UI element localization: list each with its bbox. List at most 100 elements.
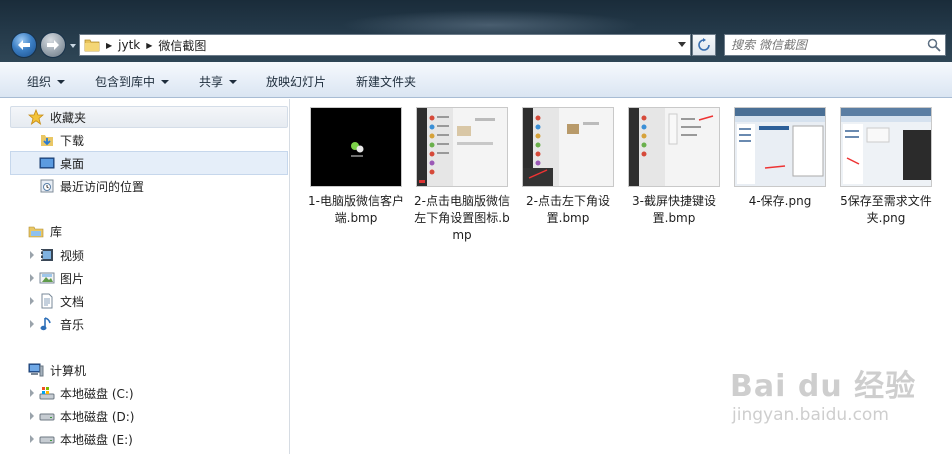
video-library-icon: [39, 247, 55, 263]
search-box[interactable]: [724, 34, 946, 56]
file-name: 5保存至需求文件夹.png: [840, 194, 932, 225]
dropdown-caret-icon: [229, 79, 238, 84]
address-bar[interactable]: ▶ jytk ▶ 微信截图: [79, 34, 691, 56]
file-thumbnail: [840, 107, 932, 187]
sidebar-item-label: 本地磁盘 (D:): [60, 409, 135, 424]
address-history-dropdown[interactable]: [674, 35, 690, 55]
wechat-logo-icon: [351, 142, 364, 157]
sidebar-item-drive-d[interactable]: 本地磁盘 (D:): [0, 405, 290, 427]
file-thumbnail: [628, 107, 720, 187]
sidebar-item-label: 桌面: [60, 156, 85, 171]
sidebar-item-documents[interactable]: 文档: [0, 290, 290, 312]
sidebar-item-label: 图片: [60, 271, 85, 286]
sidebar-item-videos[interactable]: 视频: [0, 244, 290, 266]
dropdown-caret-icon: [57, 79, 66, 84]
new-folder-button[interactable]: 新建文件夹: [356, 73, 416, 90]
folder-icon: [84, 39, 100, 52]
file-name: 2-点击左下角设置.bmp: [526, 194, 610, 225]
expand-arrow-icon[interactable]: [30, 389, 34, 397]
sidebar-item-label: 文档: [60, 294, 85, 309]
forward-arrow-icon: [47, 40, 59, 50]
star-icon: [28, 109, 44, 125]
expand-arrow-icon[interactable]: [30, 274, 34, 282]
sidebar-item-pictures[interactable]: 图片: [0, 267, 290, 289]
file-thumbnail: [734, 107, 826, 187]
drive-icon: [39, 408, 55, 424]
sidebar-libraries-header[interactable]: 库: [0, 220, 290, 242]
music-library-icon: [39, 316, 55, 332]
file-item[interactable]: 1-电脑版微信客户端.bmp: [306, 107, 406, 227]
organize-label: 组织: [27, 75, 52, 89]
refresh-icon: [698, 38, 710, 51]
search-icon[interactable]: [927, 38, 941, 52]
drive-icon: [39, 431, 55, 447]
file-name: 3-截屏快捷键设置.bmp: [632, 194, 716, 225]
breadcrumb-arrow-icon[interactable]: ▶: [146, 41, 152, 50]
computer-icon: [28, 362, 44, 378]
file-item[interactable]: 3-截屏快捷键设置.bmp: [624, 107, 724, 227]
sidebar-item-desktop[interactable]: 桌面: [10, 151, 288, 175]
share-label: 共享: [199, 75, 224, 89]
documents-library-icon: [39, 293, 55, 309]
expand-arrow-icon[interactable]: [30, 412, 34, 420]
sidebar-item-drive-e[interactable]: 本地磁盘 (E:): [0, 428, 290, 450]
sidebar-computer-header[interactable]: 计算机: [0, 359, 290, 381]
file-name: 4-保存.png: [748, 194, 812, 208]
sidebar-computer-label: 计算机: [50, 363, 87, 378]
sidebar-item-label: 视频: [60, 248, 85, 263]
file-thumbnail: [416, 107, 508, 187]
recent-places-icon: [39, 178, 55, 194]
sidebar-item-label: 音乐: [60, 317, 85, 332]
new-folder-label: 新建文件夹: [356, 75, 417, 89]
sidebar-item-recent-places[interactable]: 最近访问的位置: [0, 175, 290, 197]
chevron-down-icon: [678, 42, 686, 47]
forward-button[interactable]: [40, 32, 66, 58]
file-thumbnail: [310, 107, 402, 187]
back-button[interactable]: [11, 32, 37, 58]
title-bar: ▶ jytk ▶ 微信截图: [0, 0, 952, 62]
watermark-url: jingyan.baidu.com: [732, 405, 889, 425]
file-thumbnail: [522, 107, 614, 187]
share-menu[interactable]: 共享: [199, 73, 238, 90]
expand-arrow-icon[interactable]: [30, 251, 34, 259]
file-item[interactable]: 2-点击左下角设置.bmp: [518, 107, 618, 227]
pictures-library-icon: [39, 270, 55, 286]
slideshow-button[interactable]: 放映幻灯片: [266, 73, 326, 90]
refresh-button[interactable]: [692, 34, 716, 56]
back-arrow-icon: [18, 40, 30, 50]
include-in-library-menu[interactable]: 包含到库中: [95, 73, 170, 90]
expand-arrow-icon[interactable]: [30, 435, 34, 443]
system-drive-icon: [39, 385, 55, 401]
command-bar: 组织 包含到库中 共享 放映幻灯片 新建文件夹: [0, 62, 952, 98]
sidebar-item-label: 下载: [60, 133, 85, 148]
navigation-pane: 收藏夹 下载 桌面 最近访问的位置 库 视频 图片 文档 音乐 计算机 本地磁盘…: [0, 99, 290, 454]
file-item[interactable]: 4-保存.png: [730, 107, 830, 210]
sidebar-item-drive-c[interactable]: 本地磁盘 (C:): [0, 382, 290, 404]
sidebar-favorites-header[interactable]: 收藏夹: [10, 106, 288, 128]
slideshow-label: 放映幻灯片: [266, 75, 327, 89]
download-folder-icon: [39, 132, 55, 148]
expand-arrow-icon[interactable]: [30, 297, 34, 305]
organize-menu[interactable]: 组织: [27, 73, 66, 90]
file-item[interactable]: 5保存至需求文件夹.png: [836, 107, 936, 227]
sidebar-libraries-label: 库: [50, 224, 63, 239]
sidebar-item-downloads[interactable]: 下载: [0, 129, 290, 151]
include-in-library-label: 包含到库中: [95, 75, 156, 89]
search-input[interactable]: [725, 35, 915, 55]
watermark-brand: Bai du 经验: [730, 369, 917, 404]
file-name: 1-电脑版微信客户端.bmp: [308, 194, 404, 225]
breadcrumb-jytk[interactable]: jytk: [118, 38, 140, 52]
sidebar-item-label: 本地磁盘 (E:): [60, 432, 133, 447]
file-item[interactable]: 2-点击电脑版微信左下角设置图标.bmp: [412, 107, 512, 244]
dropdown-caret-icon: [161, 79, 170, 84]
recent-pages-dropdown-icon[interactable]: [69, 42, 77, 50]
sidebar-item-label: 最近访问的位置: [60, 179, 145, 194]
breadcrumb-arrow-icon[interactable]: ▶: [106, 41, 112, 50]
breadcrumb-current-folder[interactable]: 微信截图: [158, 37, 206, 54]
sidebar-item-music[interactable]: 音乐: [0, 313, 290, 335]
desktop-icon: [39, 155, 55, 171]
sidebar-item-label: 本地磁盘 (C:): [60, 386, 134, 401]
baidu-jingyan-watermark: Bai du 经验 jingyan.baidu.com: [730, 355, 940, 435]
sidebar-favorites-label: 收藏夹: [50, 110, 87, 125]
expand-arrow-icon[interactable]: [30, 320, 34, 328]
